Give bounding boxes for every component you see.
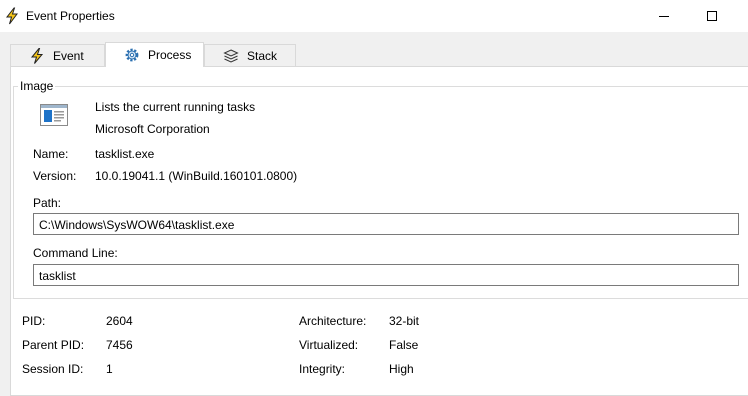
pid-value: 2604	[106, 314, 133, 328]
tab-process-label: Process	[148, 48, 192, 62]
minimize-button[interactable]	[641, 0, 687, 32]
image-company: Microsoft Corporation	[95, 122, 210, 136]
gear-icon	[125, 48, 139, 62]
image-group-label: Image	[18, 79, 56, 93]
name-label: Name:	[33, 147, 69, 161]
tab-process[interactable]: Process	[105, 42, 204, 67]
session-id-label: Session ID:	[22, 362, 84, 376]
layers-icon	[223, 48, 239, 63]
window-title: Event Properties	[26, 9, 115, 23]
tab-event[interactable]: Event	[10, 44, 105, 66]
name-value: tasklist.exe	[95, 147, 155, 161]
pid-label: PID:	[22, 314, 46, 328]
parent-pid-label: Parent PID:	[22, 338, 85, 352]
integrity-label: Integrity:	[299, 362, 346, 376]
tab-event-label: Event	[53, 48, 84, 63]
lightning-icon	[5, 7, 18, 25]
version-value: 10.0.19041.1 (WinBuild.160101.0800)	[95, 169, 298, 183]
session-id-value: 1	[106, 362, 113, 376]
integrity-value: High	[389, 362, 414, 376]
architecture-value: 32-bit	[389, 314, 420, 328]
path-label: Path:	[33, 196, 62, 210]
path-field[interactable]: C:\Windows\SysWOW64\tasklist.exe	[33, 213, 739, 235]
title-bar: Event Properties	[0, 0, 748, 32]
tab-stack[interactable]: Stack	[204, 44, 296, 66]
maximize-button[interactable]	[689, 0, 735, 32]
command-line-label: Command Line:	[33, 246, 118, 260]
virtualized-label: Virtualized:	[299, 338, 359, 352]
application-icon	[40, 104, 68, 126]
version-label: Version:	[33, 169, 77, 183]
lightning-icon	[30, 47, 44, 64]
parent-pid-value: 7456	[106, 338, 133, 352]
tab-stack-label: Stack	[247, 48, 278, 63]
architecture-label: Architecture:	[299, 314, 367, 328]
command-line-field[interactable]: tasklist	[33, 264, 739, 286]
virtualized-value: False	[389, 338, 419, 352]
image-description: Lists the current running tasks	[95, 100, 256, 114]
